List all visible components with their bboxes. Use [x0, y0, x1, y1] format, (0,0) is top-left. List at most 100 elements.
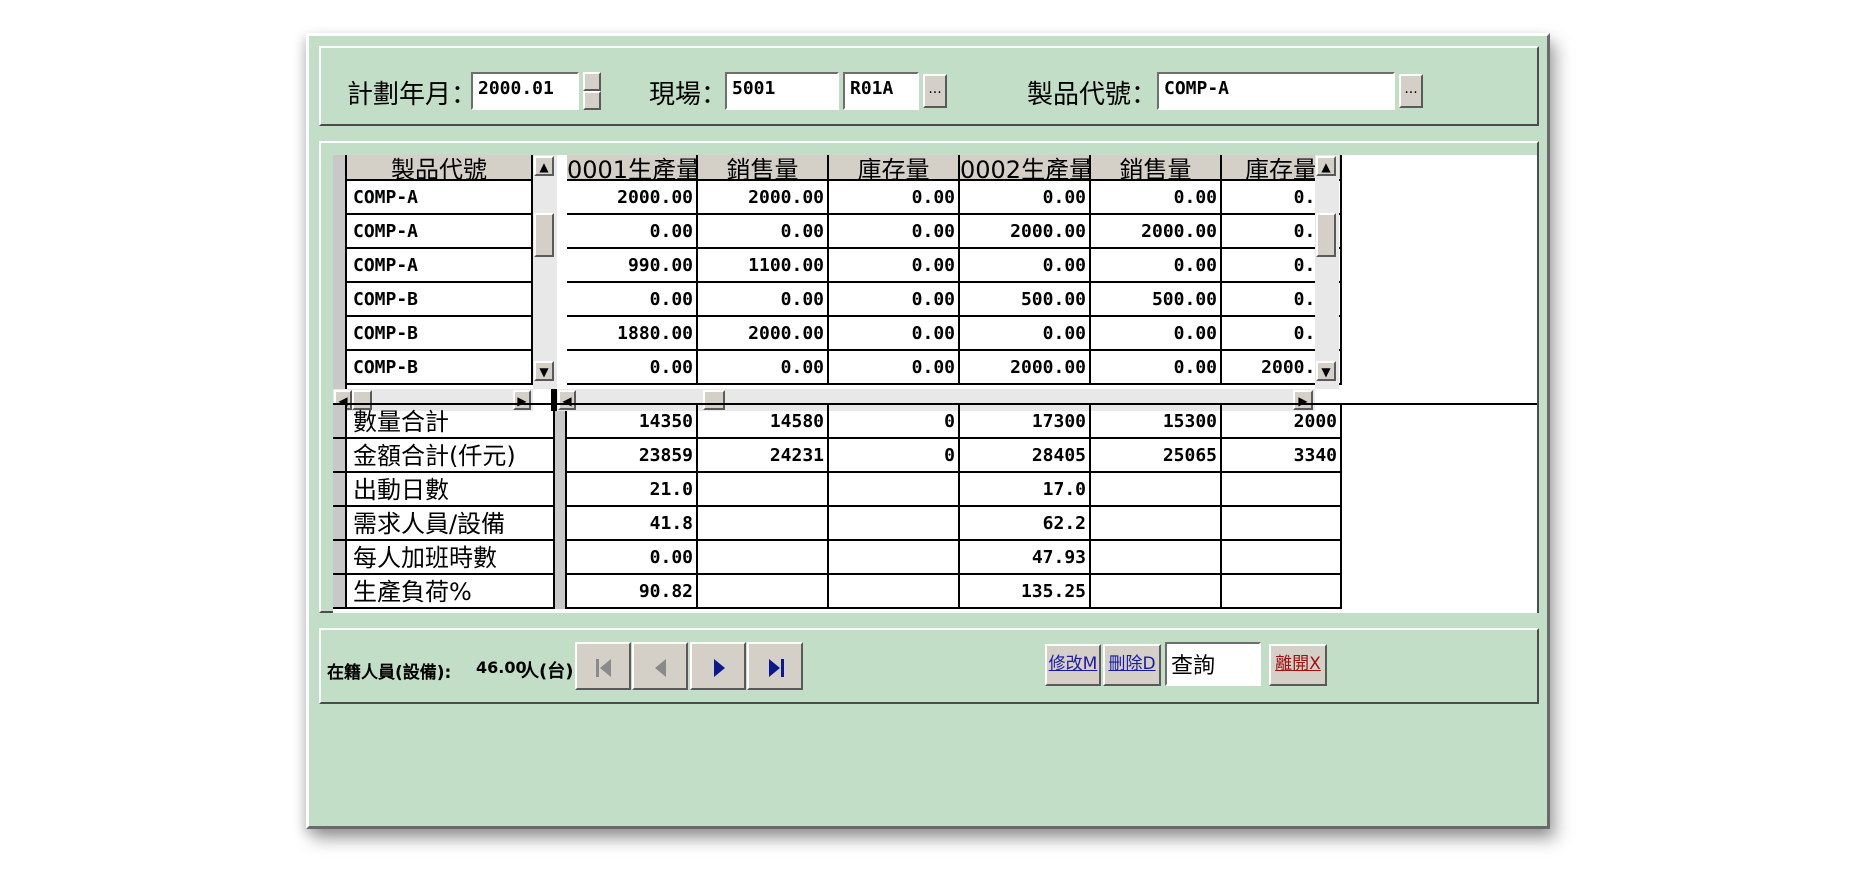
- summary-cell: [1222, 473, 1342, 507]
- summary-cell: 0.00: [567, 541, 698, 575]
- next-record-button[interactable]: [690, 642, 746, 690]
- column-header[interactable]: 庫存量: [829, 155, 960, 181]
- grid-cell[interactable]: 0.00: [698, 215, 829, 249]
- summary-selector-column: [555, 405, 567, 609]
- product-scroll-down-button[interactable]: ▼: [534, 361, 554, 381]
- grid-cell[interactable]: 2000.00: [960, 215, 1091, 249]
- summary-cell: 47.93: [960, 541, 1091, 575]
- grid-cell[interactable]: 1100.00: [698, 249, 829, 283]
- first-record-button[interactable]: [575, 642, 631, 690]
- grid-cell[interactable]: 0.00: [698, 351, 829, 385]
- grid-cell[interactable]: COMP-B: [347, 283, 533, 317]
- grid-cell[interactable]: 0.00: [829, 181, 960, 215]
- summary-cell: 24231: [698, 439, 829, 473]
- summary-cell: [698, 541, 829, 575]
- staff-value: 46.00: [476, 658, 527, 677]
- grid-cell[interactable]: COMP-A: [347, 181, 533, 215]
- plan-month-field[interactable]: 2000.01: [471, 72, 579, 110]
- grid-cell[interactable]: COMP-A: [347, 215, 533, 249]
- column-header[interactable]: 0002生產量: [960, 155, 1091, 181]
- product-scroll-up-button[interactable]: ▲: [534, 156, 554, 176]
- grid-cell[interactable]: 0.00: [567, 283, 698, 317]
- first-record-icon: [596, 659, 611, 677]
- product-column-scrollbar[interactable]: [533, 155, 557, 389]
- summary-label: 每人加班時數: [347, 541, 555, 575]
- summary-cell: 0: [829, 439, 960, 473]
- grid-cell[interactable]: COMP-B: [347, 317, 533, 351]
- summary-selector: [333, 507, 347, 541]
- summary-cell: [1222, 507, 1342, 541]
- filter-panel: 計劃年月： 2000.01 現場： 5001 R01A ... 製品代號： CO…: [319, 46, 1539, 126]
- query-field[interactable]: 查詢: [1165, 642, 1261, 686]
- summary-cell: [829, 507, 960, 541]
- plan-month-spinner[interactable]: [583, 72, 601, 110]
- summary-cell: [1091, 541, 1222, 575]
- grid-cell[interactable]: 0.00: [1091, 351, 1222, 385]
- site-code-field[interactable]: R01A: [843, 72, 919, 110]
- grid-cell[interactable]: 990.00: [567, 249, 698, 283]
- grid-cell[interactable]: 0.00: [829, 215, 960, 249]
- product-scroll-thumb[interactable]: [534, 213, 554, 257]
- modify-button[interactable]: 修改M: [1045, 644, 1101, 686]
- grid-cell[interactable]: 0.00: [960, 249, 1091, 283]
- grid-cell[interactable]: COMP-B: [347, 351, 533, 385]
- grid-cell[interactable]: 500.00: [960, 283, 1091, 317]
- summary-selector: [333, 541, 347, 575]
- main-window: 計劃年月： 2000.01 現場： 5001 R01A ... 製品代號： CO…: [306, 33, 1550, 829]
- grid-cell[interactable]: 0.00: [829, 249, 960, 283]
- grid-cell[interactable]: 0.00: [960, 181, 1091, 215]
- last-record-icon: [769, 659, 784, 677]
- grid-cell[interactable]: 2000.00: [1091, 215, 1222, 249]
- grid-cell[interactable]: 2000.00: [567, 181, 698, 215]
- exit-button[interactable]: 離開X: [1269, 644, 1327, 686]
- grid-cell[interactable]: 0.00: [829, 283, 960, 317]
- grid-cell[interactable]: 2000.00: [698, 181, 829, 215]
- summary-cell: [698, 473, 829, 507]
- grid-scroll-down-button[interactable]: ▼: [1316, 361, 1336, 381]
- grid-cell[interactable]: 0.00: [567, 215, 698, 249]
- grid-scroll-thumb[interactable]: [1316, 213, 1336, 257]
- site-field[interactable]: 5001: [725, 72, 839, 110]
- grid-vertical-scrollbar[interactable]: [1315, 155, 1339, 389]
- summary-label: 數量合計: [347, 405, 555, 439]
- grid-cell[interactable]: 0.00: [829, 317, 960, 351]
- column-header[interactable]: 銷售量: [698, 155, 829, 181]
- spinner-down-button[interactable]: [583, 91, 601, 110]
- grid-cell[interactable]: 0.00: [1091, 181, 1222, 215]
- summary-cell: 17.0: [960, 473, 1091, 507]
- last-record-button[interactable]: [747, 642, 803, 690]
- spinner-up-button[interactable]: [583, 72, 601, 91]
- grid-cell[interactable]: 500.00: [1091, 283, 1222, 317]
- grid-cell[interactable]: COMP-A: [347, 249, 533, 283]
- summary-cell: [1222, 541, 1342, 575]
- grid-cell[interactable]: 0.00: [960, 317, 1091, 351]
- summary-label: 需求人員/設備: [347, 507, 555, 541]
- summary-cell: [698, 507, 829, 541]
- grid-cell[interactable]: 0.00: [698, 283, 829, 317]
- grid-cell[interactable]: 0.00: [829, 351, 960, 385]
- summary-cell: [1222, 575, 1342, 609]
- staff-unit: 人(台): [521, 661, 574, 682]
- column-header[interactable]: 0001生產量: [567, 155, 698, 181]
- column-header[interactable]: 銷售量: [1091, 155, 1222, 181]
- grid-cell[interactable]: 1880.00: [567, 317, 698, 351]
- grid-cell[interactable]: 0.00: [567, 351, 698, 385]
- summary-cell: [1091, 473, 1222, 507]
- grid-cell[interactable]: 2000.00: [698, 317, 829, 351]
- grid-cell[interactable]: 0.00: [1091, 317, 1222, 351]
- summary-cell: 135.25: [960, 575, 1091, 609]
- column-header[interactable]: 製品代號: [347, 155, 533, 181]
- grid-scroll-up-button[interactable]: ▲: [1316, 156, 1336, 176]
- grid-cell[interactable]: 0.00: [1091, 249, 1222, 283]
- prev-record-button[interactable]: [632, 642, 688, 690]
- product-browse-button[interactable]: ...: [1399, 74, 1423, 108]
- delete-button[interactable]: 刪除D: [1103, 644, 1161, 686]
- summary-cell: [1091, 507, 1222, 541]
- product-label: 製品代號：: [1027, 80, 1158, 110]
- grid-cell[interactable]: 2000.00: [960, 351, 1091, 385]
- summary-cell: 25065: [1091, 439, 1222, 473]
- product-field[interactable]: COMP-A: [1157, 72, 1395, 110]
- summary-cell: 15300: [1091, 405, 1222, 439]
- staff-label: 在籍人員(設備):: [327, 663, 452, 683]
- site-browse-button[interactable]: ...: [923, 74, 947, 108]
